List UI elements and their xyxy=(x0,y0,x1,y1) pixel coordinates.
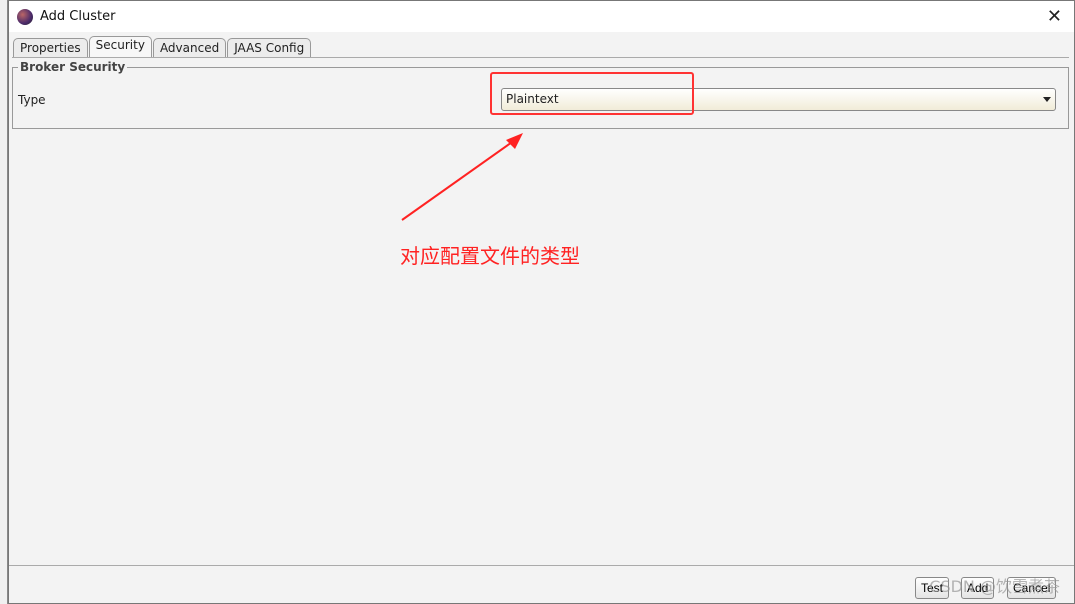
arrow-line xyxy=(401,139,516,221)
arrow-head xyxy=(506,133,523,149)
annotation-text: 对应配置文件的类型 xyxy=(400,244,580,268)
annotation-arrow xyxy=(401,133,523,221)
